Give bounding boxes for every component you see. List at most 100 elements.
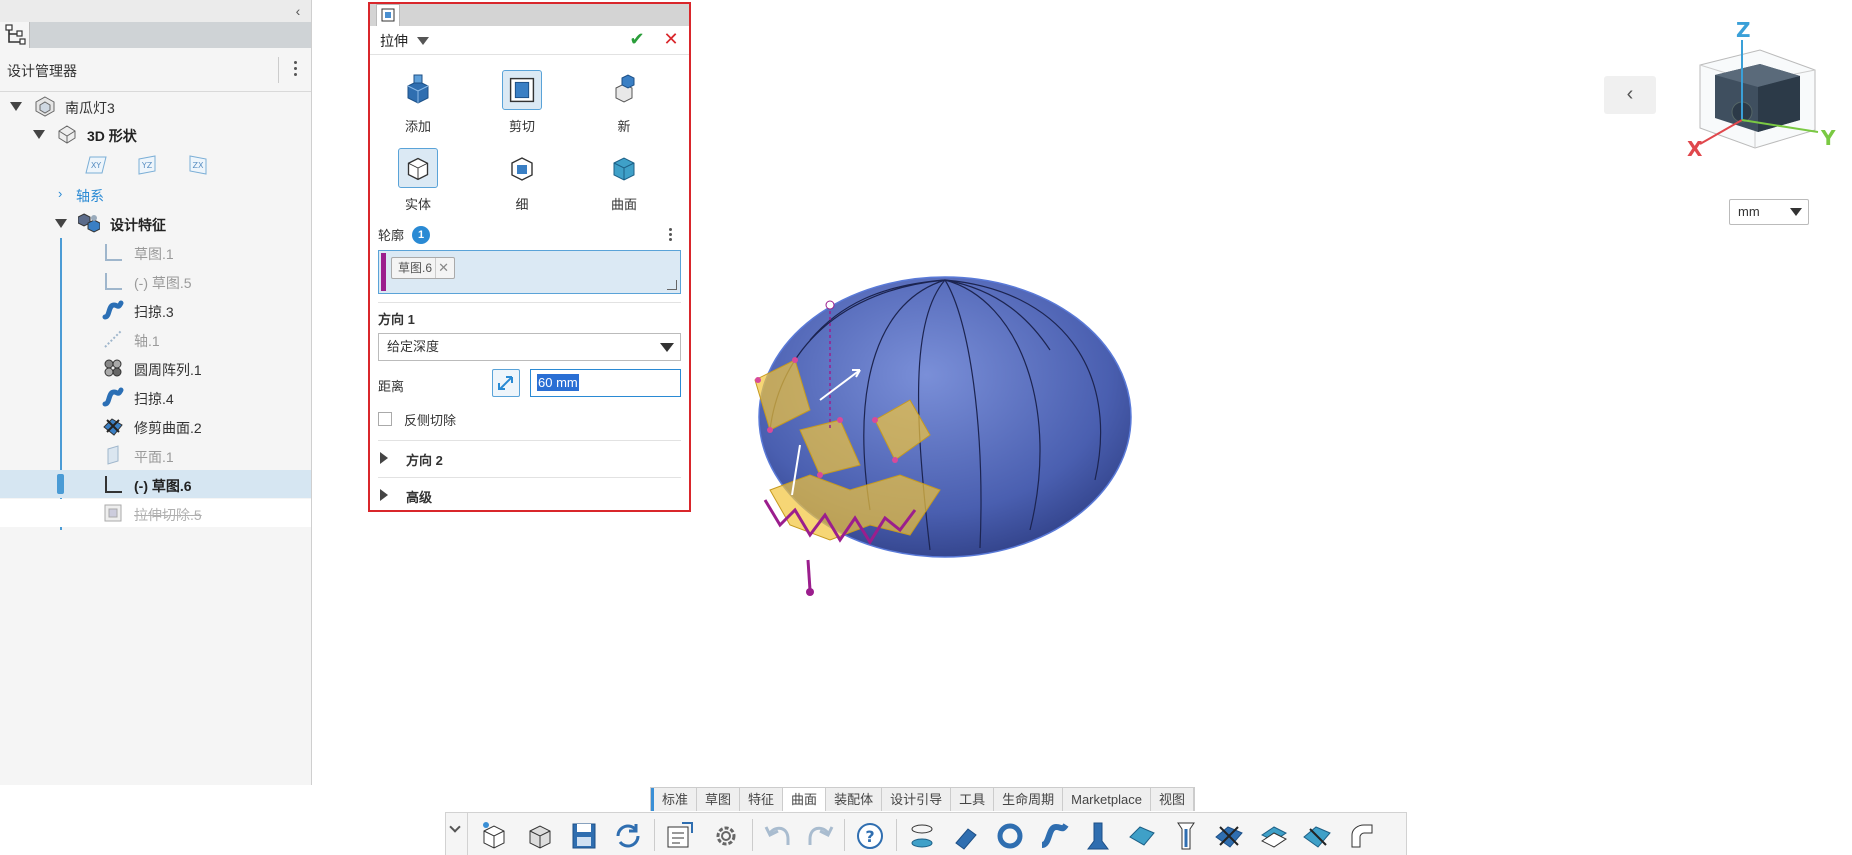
properties-icon[interactable] bbox=[662, 819, 698, 853]
tab-assembly[interactable]: 装配体 bbox=[826, 788, 883, 811]
sweep-icon bbox=[102, 300, 124, 320]
tab-sketch[interactable]: 草图 bbox=[697, 788, 741, 811]
add-operation-button[interactable]: 添加 bbox=[378, 70, 458, 140]
redo-icon[interactable] bbox=[802, 819, 838, 853]
flip-direction-button[interactable] bbox=[492, 369, 520, 397]
tab-surface[interactable]: 曲面 bbox=[783, 788, 827, 811]
tree-item-trim-surface-2[interactable]: 修剪曲面.2 bbox=[0, 412, 311, 440]
tree-item-design-features[interactable]: 设计特征 bbox=[0, 209, 311, 237]
cut-operation-button[interactable]: 剪切 bbox=[482, 70, 562, 140]
circular-pattern-icon bbox=[104, 359, 122, 377]
advanced-section[interactable]: 高级 bbox=[406, 487, 432, 506]
offset-surface-icon[interactable] bbox=[1256, 819, 1292, 853]
surface-type-button[interactable]: 曲面 bbox=[584, 148, 664, 218]
remove-chip-icon[interactable]: ✕ bbox=[435, 258, 451, 278]
reverse-cut-checkbox[interactable] bbox=[378, 412, 392, 426]
panel-tab-bar bbox=[370, 4, 689, 26]
expand-triangle-icon[interactable] bbox=[33, 130, 45, 139]
tab-view[interactable]: 视图 bbox=[1151, 788, 1194, 811]
resize-handle-icon[interactable] bbox=[667, 280, 677, 290]
revolve-surface-icon[interactable] bbox=[948, 819, 984, 853]
tree-item-sketch-5[interactable]: (-) 草图.5 bbox=[0, 267, 311, 295]
tab-tools[interactable]: 工具 bbox=[951, 788, 995, 811]
boundary-surface-icon[interactable] bbox=[1080, 819, 1116, 853]
profile-chip[interactable]: 草图.6 ✕ bbox=[391, 257, 456, 279]
help-icon[interactable]: ? bbox=[852, 819, 888, 853]
thin-type-button[interactable]: 细 bbox=[482, 148, 562, 218]
thicken-icon[interactable] bbox=[1168, 819, 1204, 853]
expand-panel-chevron-icon[interactable]: ‹ bbox=[1604, 76, 1656, 114]
open-part-icon[interactable] bbox=[522, 819, 558, 853]
expand-direction2-icon[interactable] bbox=[380, 452, 388, 464]
new-part-icon[interactable] bbox=[476, 819, 512, 853]
view-cube[interactable]: Z X Y bbox=[1680, 20, 1852, 170]
solid-type-button[interactable]: 实体 bbox=[378, 148, 458, 218]
tree-item-axis-system[interactable]: › 轴系 bbox=[0, 180, 311, 208]
tree-item-sweep-4[interactable]: 扫掠.4 bbox=[0, 383, 311, 411]
toolbar-separator bbox=[844, 819, 845, 851]
loft-surface-icon[interactable] bbox=[1036, 819, 1072, 853]
feature-title[interactable]: 拉伸 bbox=[380, 31, 408, 51]
tree-item-label: 圆周阵列.1 bbox=[134, 362, 202, 378]
xy-plane-icon[interactable]: XY bbox=[84, 154, 108, 176]
new-body-icon bbox=[615, 74, 635, 103]
tree-item-label: 扫掠.3 bbox=[134, 304, 174, 320]
end-condition-select[interactable]: 给定深度 bbox=[378, 333, 681, 361]
design-manager-panel: ‹ 设计管理器 南瓜灯3 3D 形状 XY YZ ZX › 轴系 设计特征 草图… bbox=[0, 0, 312, 785]
ruled-surface-icon[interactable] bbox=[1344, 819, 1380, 853]
tree-item-circular-pattern-1[interactable]: 圆周阵列.1 bbox=[0, 354, 311, 382]
profile-selection-box[interactable]: 草图.6 ✕ bbox=[378, 250, 681, 294]
tree-item-sketch-6[interactable]: (-) 草图.6 bbox=[0, 470, 311, 498]
sketch-icon bbox=[105, 273, 122, 290]
tab-lifecycle[interactable]: 生命周期 bbox=[994, 788, 1064, 811]
expand-triangle-icon[interactable] bbox=[55, 219, 67, 228]
zx-plane-icon[interactable]: ZX bbox=[186, 154, 210, 176]
profile-menu-icon[interactable] bbox=[666, 226, 674, 246]
extrude-surface-icon[interactable] bbox=[904, 819, 940, 853]
trim-surface-icon[interactable] bbox=[1212, 819, 1248, 853]
rollback-handle[interactable] bbox=[57, 474, 64, 494]
tree-item-label: (-) 草图.6 bbox=[134, 478, 192, 494]
sweep-surface-icon[interactable] bbox=[992, 819, 1028, 853]
tree-item-plane-1[interactable]: 平面.1 bbox=[0, 441, 311, 469]
add-label: 添加 bbox=[404, 119, 431, 134]
unit-select[interactable]: mm bbox=[1729, 199, 1809, 225]
collapse-panel-chevron-icon[interactable]: ‹ bbox=[289, 1, 307, 21]
regenerate-icon[interactable] bbox=[610, 819, 646, 853]
knit-surface-icon[interactable] bbox=[1300, 819, 1336, 853]
settings-gear-icon[interactable] bbox=[708, 819, 744, 853]
direction2-section[interactable]: 方向 2 bbox=[406, 450, 443, 469]
expand-triangle-icon[interactable] bbox=[10, 102, 22, 111]
undo-icon[interactable] bbox=[760, 819, 796, 853]
tree-item-root[interactable]: 南瓜灯3 bbox=[0, 92, 311, 120]
tab-standard[interactable]: 标准 bbox=[651, 788, 698, 811]
expand-advanced-icon[interactable] bbox=[380, 489, 388, 501]
panel-menu-icon[interactable] bbox=[291, 58, 299, 82]
confirm-checkmark-icon[interactable]: ✔ bbox=[626, 28, 648, 50]
tree-item-sketch-1[interactable]: 草图.1 bbox=[0, 238, 311, 266]
tree-item-sweep-3[interactable]: 扫掠.3 bbox=[0, 296, 311, 324]
tree-item-3d-shape[interactable]: 3D 形状 bbox=[0, 120, 311, 148]
fill-surface-icon[interactable] bbox=[1124, 819, 1160, 853]
yz-plane-icon[interactable]: YZ bbox=[135, 154, 159, 176]
tab-feature-tree[interactable] bbox=[0, 22, 30, 48]
chevron-down-icon bbox=[1790, 208, 1802, 216]
expand-chevron-icon[interactable]: › bbox=[58, 186, 62, 201]
title-dropdown-icon[interactable] bbox=[417, 37, 429, 45]
tree-item-extrude-cut-5[interactable]: 拉伸切除.5 bbox=[0, 499, 311, 527]
new-body-operation-button[interactable]: 新 bbox=[584, 70, 664, 140]
toolbar-dropdown-icon[interactable] bbox=[446, 813, 468, 855]
tab-marketplace[interactable]: Marketplace bbox=[1063, 788, 1151, 811]
thin-label: 细 bbox=[515, 197, 529, 212]
save-icon[interactable] bbox=[566, 819, 602, 853]
extrude-tab[interactable] bbox=[376, 4, 400, 26]
tab-feature[interactable]: 特征 bbox=[740, 788, 784, 811]
3d-viewport-model[interactable] bbox=[700, 260, 1140, 600]
distance-input[interactable]: 60 mm bbox=[530, 369, 681, 397]
xy-plane-label: XY bbox=[91, 161, 101, 170]
tab-design-guide[interactable]: 设计引导 bbox=[882, 788, 952, 811]
tree-item-label: 设计特征 bbox=[110, 217, 166, 233]
plane-icon bbox=[107, 445, 119, 465]
tree-item-axis-1[interactable]: 轴.1 bbox=[0, 325, 311, 353]
cancel-close-icon[interactable]: ✕ bbox=[660, 28, 682, 50]
